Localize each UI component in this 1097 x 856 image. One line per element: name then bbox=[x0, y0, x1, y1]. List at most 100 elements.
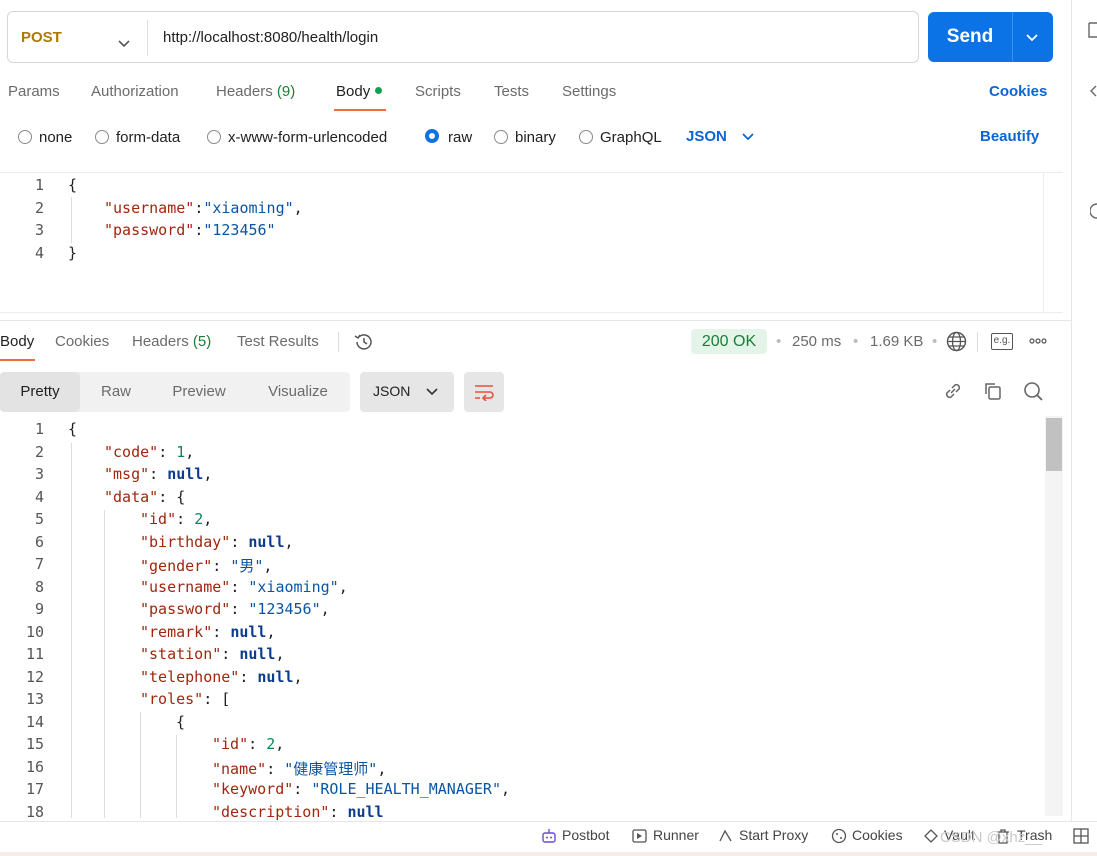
colon: : bbox=[158, 443, 177, 461]
code-line[interactable]: "data": { bbox=[104, 488, 185, 506]
footer-start-proxy[interactable]: Start Proxy bbox=[739, 827, 808, 843]
more-options-icon[interactable] bbox=[1029, 338, 1047, 344]
code-line[interactable]: } bbox=[68, 244, 77, 262]
tab-params[interactable]: Params bbox=[8, 83, 60, 100]
code-line[interactable]: "description": null bbox=[212, 803, 384, 821]
save-example-icon[interactable]: e.g. bbox=[991, 333, 1013, 350]
radio-graphql-label[interactable]: GraphQL bbox=[600, 129, 662, 146]
link-icon[interactable] bbox=[943, 381, 963, 401]
chevron-down-icon[interactable] bbox=[742, 133, 754, 141]
footer-cookies[interactable]: Cookies bbox=[852, 827, 903, 843]
indent-guide bbox=[176, 735, 177, 818]
status-badge[interactable]: 200 OK bbox=[691, 329, 767, 354]
tab-headers[interactable]: Headers (9) bbox=[216, 83, 295, 100]
code-line[interactable]: "remark": null, bbox=[140, 623, 275, 641]
code-line[interactable]: "username":"xiaoming", bbox=[104, 199, 303, 217]
tab-settings[interactable]: Settings bbox=[562, 83, 616, 100]
response-tab-body[interactable]: Body bbox=[0, 333, 34, 350]
code-line[interactable]: "id": 2, bbox=[140, 510, 212, 528]
radio-graphql[interactable] bbox=[579, 130, 593, 144]
pane-separator[interactable] bbox=[0, 320, 1072, 321]
code-line[interactable]: "gender": "男", bbox=[140, 555, 272, 576]
chevron-left-icon[interactable] bbox=[1090, 85, 1097, 97]
radio-urlencoded[interactable] bbox=[207, 130, 221, 144]
radio-none-label[interactable]: none bbox=[39, 129, 72, 146]
wrap-lines-button[interactable] bbox=[464, 372, 504, 412]
code-line[interactable]: "username": "xiaoming", bbox=[140, 578, 348, 596]
colon: : bbox=[266, 760, 285, 778]
url-input[interactable]: http://localhost:8080/health/login bbox=[163, 29, 378, 46]
line-number: 16 bbox=[25, 758, 44, 776]
line-number: 11 bbox=[25, 645, 44, 663]
code-line[interactable]: "birthday": null, bbox=[140, 533, 294, 551]
comma: , bbox=[185, 443, 195, 461]
code-line[interactable]: "code": 1, bbox=[104, 443, 194, 461]
method-select[interactable]: POST bbox=[21, 29, 62, 46]
divider bbox=[338, 332, 339, 352]
code-line[interactable]: "telephone": null, bbox=[140, 668, 303, 686]
response-tab-test-results[interactable]: Test Results bbox=[237, 333, 319, 350]
brace: { bbox=[68, 420, 78, 438]
radio-form-data[interactable] bbox=[95, 130, 109, 144]
view-preview-button[interactable]: Preview bbox=[152, 372, 246, 412]
globe-icon[interactable] bbox=[946, 331, 967, 352]
colon: : bbox=[194, 221, 204, 239]
response-time[interactable]: 250 ms bbox=[792, 333, 841, 350]
radio-urlencoded-label[interactable]: x-www-form-urlencoded bbox=[228, 129, 387, 146]
copy-icon[interactable] bbox=[983, 381, 1003, 401]
code-line[interactable]: "roles": [ bbox=[140, 690, 230, 708]
history-icon[interactable] bbox=[353, 332, 374, 352]
code-line[interactable]: { bbox=[68, 420, 77, 438]
json-key: "username" bbox=[104, 199, 195, 217]
response-size[interactable]: 1.69 KB bbox=[870, 333, 923, 350]
tab-body[interactable]: Body bbox=[336, 83, 383, 100]
docs-icon[interactable] bbox=[1088, 22, 1097, 38]
code-line[interactable]: { bbox=[68, 176, 77, 194]
tab-tests[interactable]: Tests bbox=[494, 83, 529, 100]
search-icon[interactable] bbox=[1023, 381, 1044, 402]
view-pretty-button[interactable]: Pretty bbox=[0, 372, 80, 412]
indent-guide bbox=[104, 510, 105, 818]
radio-form-data-label[interactable]: form-data bbox=[116, 129, 180, 146]
tab-authorization[interactable]: Authorization bbox=[91, 83, 179, 100]
footer-postbot[interactable]: Postbot bbox=[562, 827, 609, 843]
beautify-button[interactable]: Beautify bbox=[980, 128, 1039, 145]
footer-runner[interactable]: Runner bbox=[653, 827, 699, 843]
radio-binary-label[interactable]: binary bbox=[515, 129, 556, 146]
separator-dot: • bbox=[853, 333, 859, 350]
radio-binary[interactable] bbox=[494, 130, 508, 144]
scrollbar-track[interactable] bbox=[1045, 416, 1063, 816]
tab-scripts[interactable]: Scripts bbox=[415, 83, 461, 100]
cookies-link[interactable]: Cookies bbox=[989, 83, 1047, 100]
json-value: "xiaoming" bbox=[203, 199, 294, 217]
response-format-select[interactable]: JSON bbox=[360, 372, 454, 412]
chevron-down-icon[interactable] bbox=[1025, 33, 1039, 42]
view-raw-button[interactable]: Raw bbox=[80, 372, 152, 412]
code-line[interactable]: "keyword": "ROLE_HEALTH_MANAGER", bbox=[212, 780, 510, 798]
code-line[interactable]: "id": 2, bbox=[212, 735, 284, 753]
code-line[interactable]: { bbox=[176, 713, 185, 731]
code-line[interactable]: "password": "123456", bbox=[140, 600, 330, 618]
code-line[interactable]: "name": "健康管理师", bbox=[212, 758, 386, 779]
code-line[interactable]: "station": null, bbox=[140, 645, 285, 663]
watermark: CSDN @xhz__ bbox=[940, 829, 1042, 846]
radio-raw-label[interactable]: raw bbox=[448, 129, 472, 146]
send-button[interactable]: Send bbox=[928, 12, 1053, 62]
comma: , bbox=[275, 645, 285, 663]
scrollbar-thumb[interactable] bbox=[1046, 418, 1062, 471]
send-button-label[interactable]: Send bbox=[928, 12, 1012, 62]
json-key: "password" bbox=[104, 221, 195, 239]
response-tab-cookies[interactable]: Cookies bbox=[55, 333, 109, 350]
response-tab-headers[interactable]: Headers (5) bbox=[132, 333, 211, 350]
code-line[interactable]: "msg": null, bbox=[104, 465, 212, 483]
radio-none[interactable] bbox=[18, 130, 32, 144]
radio-raw[interactable] bbox=[425, 129, 439, 143]
chevron-down-icon[interactable] bbox=[118, 40, 130, 48]
info-icon[interactable] bbox=[1090, 203, 1097, 219]
code-line[interactable]: "password":"123456" bbox=[104, 221, 276, 239]
layout-grid-icon[interactable] bbox=[1073, 828, 1089, 844]
line-number: 2 bbox=[34, 199, 44, 217]
body-format-select[interactable]: JSON bbox=[686, 128, 727, 145]
view-visualize-button[interactable]: Visualize bbox=[246, 372, 350, 412]
response-format-label: JSON bbox=[373, 383, 411, 399]
